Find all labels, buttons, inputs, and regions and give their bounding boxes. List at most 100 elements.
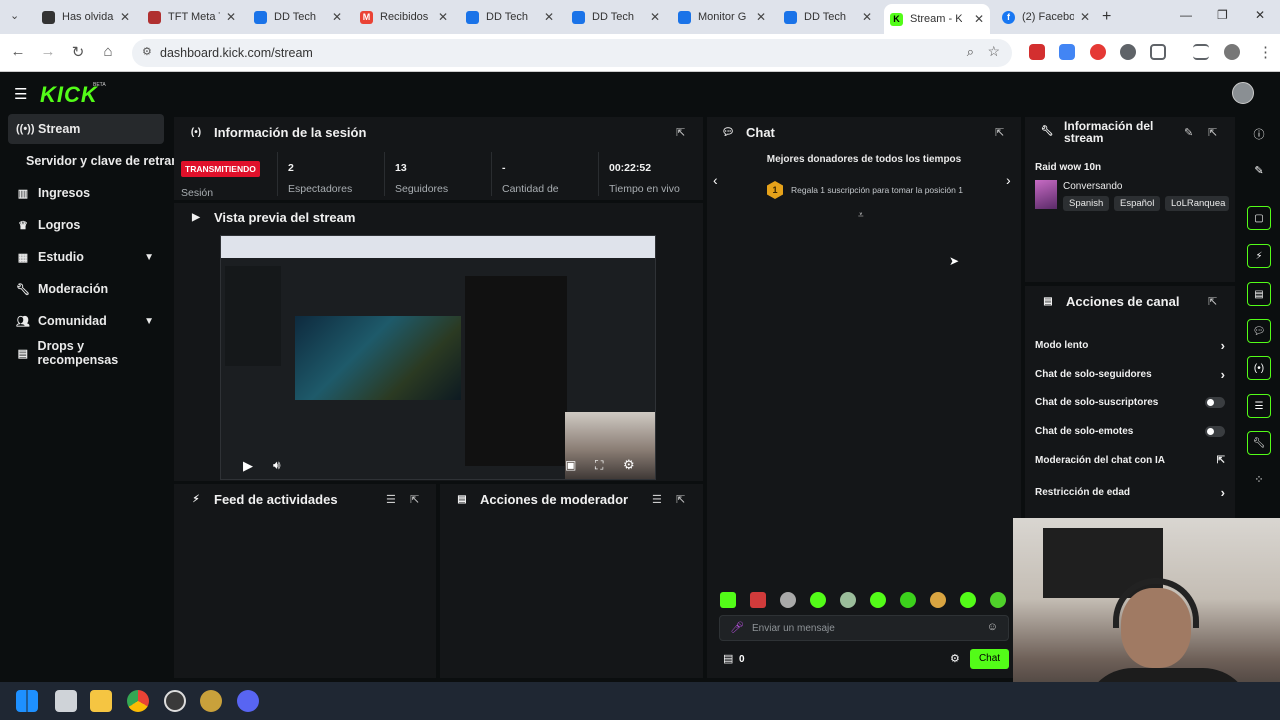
hamburger-menu-icon[interactable]: ☰ bbox=[14, 85, 27, 103]
layout-dots-icon[interactable]: ⁘ bbox=[1249, 473, 1269, 486]
sidebar-item-server-key[interactable]: Servidor y clave de retransmisión bbox=[18, 146, 174, 176]
popout-icon[interactable]: ⇱ bbox=[995, 126, 1004, 139]
rail-actions-button[interactable]: ☰ bbox=[1247, 394, 1271, 418]
popout-icon[interactable]: ⇱ bbox=[410, 493, 419, 506]
rail-broadcast-button[interactable]: (•) bbox=[1247, 356, 1271, 380]
popout-icon[interactable]: ⇱ bbox=[1208, 126, 1217, 139]
popout-icon[interactable]: ⇱ bbox=[1208, 295, 1217, 308]
stream-video[interactable]: ▶ 🔊︎ ▣ ⛶ ⚙ bbox=[220, 235, 656, 480]
fullscreen-icon[interactable]: ⛶ bbox=[595, 458, 603, 473]
rail-chat-button[interactable]: 💬︎ bbox=[1247, 319, 1271, 343]
slow-mode-row[interactable]: Modo lento › bbox=[1035, 338, 1225, 353]
emote-icon[interactable] bbox=[810, 592, 826, 608]
sidebar-item-estudio[interactable]: ▦ Estudio ▼ bbox=[8, 242, 164, 272]
volume-icon[interactable]: 🔊︎ bbox=[273, 458, 281, 473]
popout-icon[interactable]: ⇱ bbox=[676, 493, 685, 506]
settings-gear-icon[interactable]: ⚙ bbox=[623, 457, 635, 473]
kick-logo[interactable]: KICK bbox=[40, 82, 98, 108]
discord-icon[interactable] bbox=[237, 690, 259, 712]
close-window-icon[interactable]: ✕ bbox=[1255, 8, 1265, 22]
sidebar-item-drops[interactable]: ▤ Drops y recompensas bbox=[8, 338, 164, 368]
rail-wrench-button[interactable]: 🔧︎ bbox=[1247, 431, 1271, 455]
chat-settings-icon[interactable]: ⚙ bbox=[950, 652, 960, 665]
ai-moderation-row[interactable]: Moderación del chat con IA ⇱ bbox=[1035, 455, 1225, 466]
adblock-icon[interactable] bbox=[1090, 44, 1106, 60]
translate-icon[interactable] bbox=[1059, 44, 1075, 60]
info-icon[interactable]: ⓘ bbox=[1249, 126, 1269, 142]
emote-icon[interactable] bbox=[840, 592, 856, 608]
reload-icon[interactable]: ↻ bbox=[68, 43, 88, 61]
chrome-icon[interactable] bbox=[127, 690, 149, 712]
app-icon[interactable] bbox=[164, 690, 186, 712]
user-avatar[interactable] bbox=[1232, 82, 1254, 104]
windows-start-icon[interactable] bbox=[16, 690, 38, 712]
collapse-icon[interactable]: ⩡ bbox=[858, 210, 864, 221]
browser-tab[interactable]: TFT Meta T ✕ bbox=[142, 5, 242, 29]
file-explorer-icon[interactable] bbox=[90, 690, 112, 712]
zoom-icon[interactable]: ⌕ bbox=[967, 44, 974, 60]
forward-icon[interactable]: → bbox=[38, 43, 58, 60]
site-info-icon[interactable]: ⚙ bbox=[142, 45, 152, 58]
popout-icon[interactable]: ⇱ bbox=[676, 126, 685, 139]
chat-message-input[interactable]: 🎤︎ Enviar un mensaje ☺ bbox=[719, 615, 1009, 641]
emote-icon[interactable] bbox=[960, 592, 976, 608]
browser-tab[interactable]: Monitor G ✕ bbox=[672, 5, 772, 29]
close-tab-icon[interactable]: ✕ bbox=[756, 10, 766, 24]
task-view-icon[interactable] bbox=[55, 690, 77, 712]
sidebar-item-stream[interactable]: ((•)) Stream bbox=[8, 114, 164, 144]
age-restriction-row[interactable]: Restricción de edad › bbox=[1035, 485, 1225, 500]
filter-icon[interactable]: ☰ bbox=[386, 493, 396, 506]
microphone-icon[interactable]: 🎤︎ bbox=[730, 621, 744, 634]
browser-tab[interactable]: DD Tech ✕ bbox=[566, 5, 666, 29]
tab-search-icon[interactable]: ⌄ bbox=[10, 9, 19, 22]
browser-tab[interactable]: DD Tech ✕ bbox=[248, 5, 348, 29]
browser-tab[interactable]: Has olvida ✕ bbox=[36, 5, 136, 29]
sidebar-item-ingresos[interactable]: ▥ Ingresos bbox=[8, 178, 164, 208]
browser-tab[interactable]: DD Tech ✕ bbox=[460, 5, 560, 29]
rail-screen-button[interactable]: ▢ bbox=[1247, 206, 1271, 230]
browser-tab-active[interactable]: K Stream - K ✕ bbox=[884, 4, 990, 34]
sidebar-item-comunidad[interactable]: 👥︎ Comunidad ▼ bbox=[8, 306, 164, 336]
close-tab-icon[interactable]: ✕ bbox=[862, 10, 872, 24]
close-tab-icon[interactable]: ✕ bbox=[438, 10, 448, 24]
gift-icon[interactable]: ▤ bbox=[723, 652, 733, 665]
minimize-icon[interactable]: — bbox=[1180, 8, 1192, 22]
sidebar-item-logros[interactable]: ♛ Logros bbox=[8, 210, 164, 240]
menu-dots-icon[interactable]: ⋮ bbox=[1258, 43, 1273, 61]
followers-only-row[interactable]: Chat de solo-seguidores › bbox=[1035, 367, 1225, 382]
pip-icon[interactable]: ▣ bbox=[565, 458, 576, 472]
edit-pencil-icon[interactable]: ✎ bbox=[1184, 126, 1193, 139]
bookmark-star-icon[interactable]: ☆ bbox=[987, 43, 1000, 60]
browser-tab[interactable]: f (2) Facebo ✕ bbox=[996, 5, 1096, 29]
home-icon[interactable]: ⌂ bbox=[98, 43, 118, 60]
edit-pencil-icon[interactable]: ✎ bbox=[1249, 164, 1269, 177]
maximize-icon[interactable]: ❐ bbox=[1217, 8, 1228, 22]
close-tab-icon[interactable]: ✕ bbox=[332, 10, 342, 24]
emote-icon[interactable] bbox=[780, 592, 796, 608]
play-icon[interactable]: ▶ bbox=[243, 458, 253, 474]
emoji-icon[interactable]: ☺ bbox=[987, 621, 998, 633]
puzzle-icon[interactable] bbox=[1150, 44, 1166, 60]
browser-tab[interactable]: DD Tech ✕ bbox=[778, 5, 878, 29]
extension-icon[interactable] bbox=[1120, 44, 1136, 60]
filter-icon[interactable]: ☰ bbox=[652, 493, 662, 506]
close-tab-icon[interactable]: ✕ bbox=[226, 10, 236, 24]
close-tab-icon[interactable]: ✕ bbox=[974, 12, 984, 26]
emote-icon[interactable] bbox=[930, 592, 946, 608]
sidebar-item-moderacion[interactable]: 🔧︎ Moderación bbox=[8, 274, 164, 304]
emotes-only-toggle[interactable] bbox=[1205, 426, 1225, 437]
back-icon[interactable]: ← bbox=[8, 43, 28, 60]
emote-icon[interactable] bbox=[870, 592, 886, 608]
close-tab-icon[interactable]: ✕ bbox=[1080, 10, 1090, 24]
subscribers-only-toggle[interactable] bbox=[1205, 397, 1225, 408]
new-tab-icon[interactable]: + bbox=[1102, 8, 1111, 26]
rail-clipboard-button[interactable]: ▤ bbox=[1247, 282, 1271, 306]
emote-icon[interactable] bbox=[720, 592, 736, 608]
emote-icon[interactable] bbox=[750, 592, 766, 608]
extension-icon[interactable] bbox=[1029, 44, 1045, 60]
emote-icon[interactable] bbox=[990, 592, 1006, 608]
wow-icon[interactable] bbox=[200, 690, 222, 712]
close-tab-icon[interactable]: ✕ bbox=[544, 10, 554, 24]
chevron-right-icon[interactable]: › bbox=[1006, 172, 1011, 188]
rail-bolt-button[interactable]: ⚡︎ bbox=[1247, 244, 1271, 268]
